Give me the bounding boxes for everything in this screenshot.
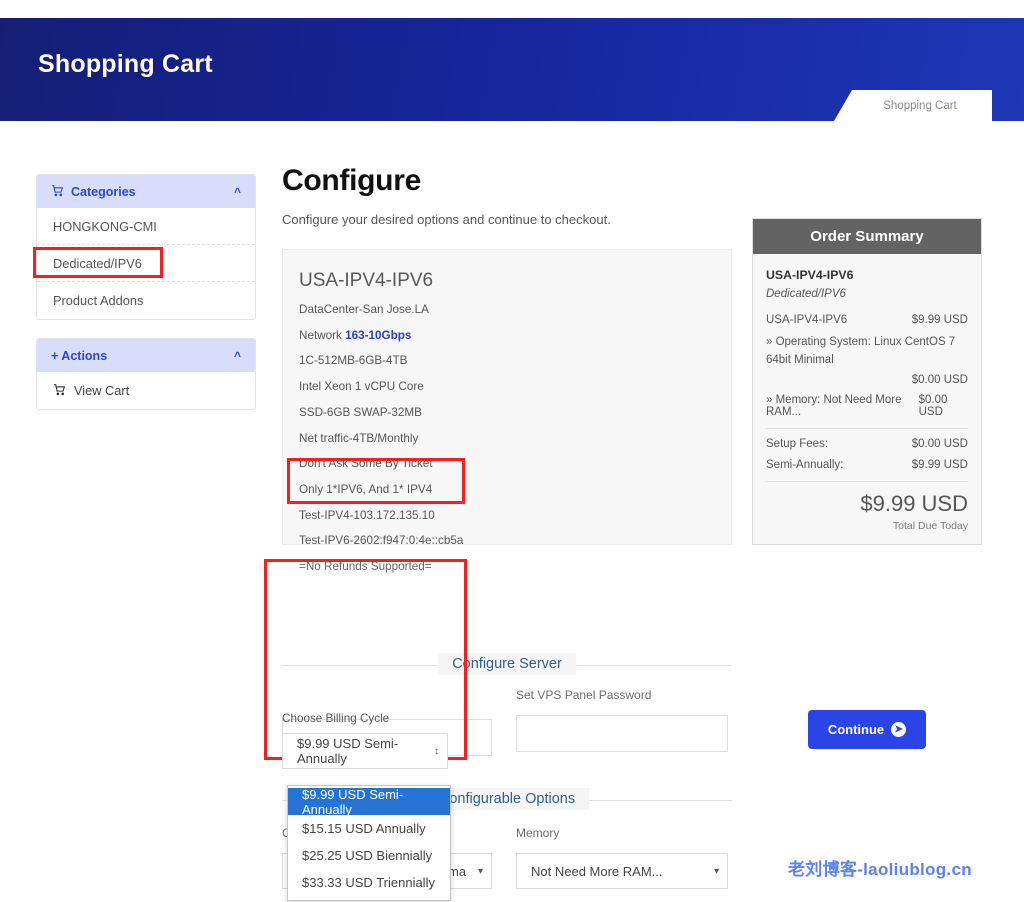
memory-select[interactable]: Not Need More RAM... ▾ — [516, 853, 728, 889]
product-spec-datacenter: DataCenter-San Jose.LA — [299, 304, 713, 316]
updown-caret-icon[interactable]: ↕ — [434, 746, 439, 757]
vps-password-field-group: Set VPS Panel Password — [516, 688, 728, 752]
billing-cycle-value: $9.99 USD Semi-Annually — [297, 736, 434, 766]
product-summary-box: USA-IPV4-IPV6 DataCenter-San Jose.LA Net… — [282, 249, 732, 545]
breadcrumb-label: Shopping Cart — [869, 100, 957, 112]
actions-panel-title: + Actions — [51, 349, 107, 363]
order-summary-panel: Order Summary USA-IPV4-IPV6 Dedicated/IP… — [752, 218, 982, 545]
configure-server-section-header: Configure Server — [282, 655, 732, 673]
watermark: 老刘博客-laoliublog.cn — [788, 855, 972, 880]
summary-row-cycle: Semi-Annually: $9.99 USD — [766, 459, 968, 471]
configure-server-title: Configure Server — [438, 653, 576, 675]
billing-cycle-label: Choose Billing Cycle — [282, 712, 457, 725]
product-spec-traffic: Net traffic-4TB/Monthly — [299, 433, 713, 445]
summary-row-label: USA-IPV4-IPV6 — [766, 314, 847, 326]
chevron-up-icon[interactable]: ^ — [234, 350, 241, 362]
sidebar-item-label: Product Addons — [53, 293, 143, 308]
order-summary-body: USA-IPV4-IPV6 Dedicated/IPV6 USA-IPV4-IP… — [753, 254, 981, 544]
page-root: Shopping Cart Shopping Cart Categories — [0, 0, 1024, 902]
continue-button-label: Continue — [828, 722, 884, 737]
categories-panel-title: Categories — [71, 185, 136, 199]
billing-cycle-dropdown[interactable]: $9.99 USD Semi-Annually $15.15 USD Annua… — [287, 785, 451, 901]
sidebar-item-hongkong-cmi[interactable]: HONGKONG-CMI — [37, 208, 255, 245]
sidebar-item-label: View Cart — [74, 383, 129, 398]
actions-panel: + Actions ^ View Cart — [36, 338, 256, 410]
summary-total: $9.99 USD — [766, 491, 968, 517]
billing-option-biennially[interactable]: $25.25 USD Biennially — [288, 842, 450, 869]
chevron-down-icon[interactable]: ▾ — [714, 866, 719, 877]
summary-row-label: Semi-Annually: — [766, 459, 843, 471]
product-spec-disk: SSD-6GB SWAP-32MB — [299, 407, 713, 419]
chevron-down-icon[interactable]: ▾ — [478, 866, 483, 877]
page-title: Shopping Cart — [38, 50, 213, 79]
vps-password-input[interactable] — [516, 715, 728, 752]
order-summary-title: Order Summary — [753, 219, 981, 254]
summary-row-os-label: » Operating System: Linux CentOS 7 64bit… — [766, 334, 968, 370]
sidebar-item-dedicated-ipv6[interactable]: Dedicated/IPV6 — [37, 245, 255, 282]
configure-heading: Configure — [282, 164, 732, 198]
vps-password-label: Set VPS Panel Password — [516, 688, 728, 702]
product-spec-ip-count: Only 1*IPV6, And 1* IPV4 — [299, 484, 713, 496]
summary-divider — [766, 481, 968, 482]
sidebar-item-product-addons[interactable]: Product Addons — [37, 282, 255, 319]
breadcrumb: Shopping Cart — [834, 90, 992, 121]
summary-row-price: $9.99 USD — [912, 459, 968, 471]
summary-row-label: Setup Fees: — [766, 438, 828, 450]
page-header: Shopping Cart Shopping Cart — [0, 18, 1024, 121]
cart-icon — [51, 184, 64, 200]
summary-row-memory: » Memory: Not Need More RAM... $0.00 USD — [766, 394, 968, 418]
network-value: 163-10Gbps — [345, 329, 411, 342]
continue-button[interactable]: Continue ➤ — [808, 710, 926, 749]
summary-row-os-price-row: $0.00 USD — [766, 374, 968, 386]
product-spec-network: Network 163-10Gbps — [299, 330, 713, 342]
actions-panel-header[interactable]: + Actions ^ — [37, 339, 255, 372]
summary-total-caption: Total Due Today — [766, 520, 968, 532]
billing-option-annually[interactable]: $15.15 USD Annually — [288, 815, 450, 842]
configure-subheading: Configure your desired options and conti… — [282, 212, 732, 227]
product-spec-ticket-note: Don't Ask Some By Ticket — [299, 458, 713, 470]
billing-option-triennially[interactable]: $33.33 USD Triennially — [288, 869, 450, 896]
summary-row-setup: Setup Fees: $0.00 USD — [766, 438, 968, 450]
cart-icon — [53, 383, 66, 399]
summary-row-price: $9.99 USD — [912, 314, 968, 326]
summary-category: Dedicated/IPV6 — [766, 288, 968, 300]
network-label: Network — [299, 329, 345, 342]
product-spec-refund-note: =No Refunds Supported= — [299, 561, 713, 573]
sidebar-item-label: Dedicated/IPV6 — [53, 256, 142, 271]
summary-row-price: $0.00 USD — [912, 374, 968, 386]
product-spec-cpu: Intel Xeon 1 vCPU Core — [299, 381, 713, 393]
chevron-up-icon[interactable]: ^ — [234, 186, 241, 198]
billing-cycle-group: Choose Billing Cycle $9.99 USD Semi-Annu… — [282, 712, 457, 769]
summary-row-price: $0.00 USD — [912, 438, 968, 450]
billing-option-semi-annually[interactable]: $9.99 USD Semi-Annually — [288, 788, 450, 815]
product-spec-resources: 1C-512MB-6GB-4TB — [299, 355, 713, 367]
summary-row-price: $0.00 USD — [919, 394, 968, 418]
sidebar: Categories ^ HONGKONG-CMI Dedicated/IPV6… — [36, 174, 256, 428]
summary-divider — [766, 428, 968, 429]
product-spec-test-ipv4: Test-IPV4-103.172.135.10 — [299, 510, 713, 522]
sidebar-item-view-cart[interactable]: View Cart — [37, 372, 255, 409]
main-column: Configure Configure your desired options… — [282, 164, 732, 545]
memory-label: Memory — [516, 826, 728, 840]
categories-panel-header[interactable]: Categories ^ — [37, 175, 255, 208]
product-title: USA-IPV4-IPV6 — [299, 270, 713, 292]
categories-panel: Categories ^ HONGKONG-CMI Dedicated/IPV6… — [36, 174, 256, 320]
summary-row-label: » Memory: Not Need More RAM... — [766, 394, 919, 418]
memory-field-group: Memory Not Need More RAM... ▾ — [516, 826, 728, 889]
arrow-right-circle-icon: ➤ — [891, 722, 906, 737]
memory-select-value: Not Need More RAM... — [531, 864, 663, 879]
billing-cycle-select[interactable]: $9.99 USD Semi-Annually ↕ — [282, 733, 448, 769]
summary-product-name: USA-IPV4-IPV6 — [766, 268, 968, 282]
product-spec-test-ipv6: Test-IPV6-2602:f947:0:4e::cb5a — [299, 535, 713, 547]
sidebar-item-label: HONGKONG-CMI — [53, 219, 157, 234]
summary-row-product: USA-IPV4-IPV6 $9.99 USD — [766, 314, 968, 326]
